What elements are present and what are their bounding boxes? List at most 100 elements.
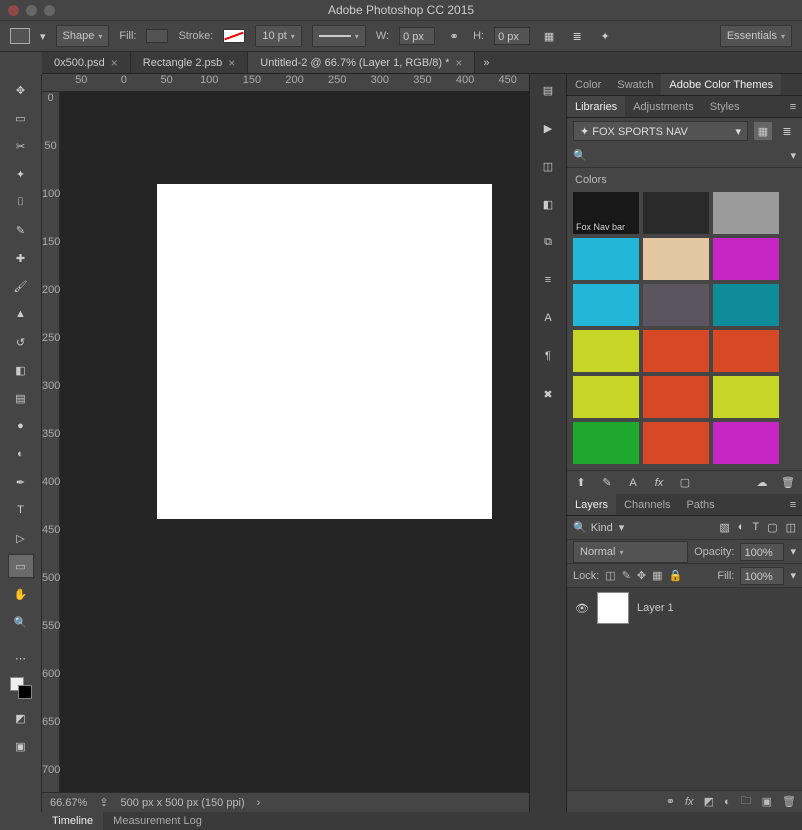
tools-icon[interactable]: ✖ bbox=[538, 384, 558, 404]
panel-menu-icon[interactable]: ≡ bbox=[784, 96, 802, 117]
library-swatch[interactable] bbox=[573, 238, 639, 280]
link-wh-icon[interactable]: ⚭ bbox=[445, 27, 463, 45]
cloud-icon[interactable]: ☁ bbox=[754, 475, 770, 491]
upload-icon[interactable]: ⬆ bbox=[573, 475, 589, 491]
library-swatch[interactable] bbox=[643, 376, 709, 418]
layer-fx-icon[interactable]: fx bbox=[685, 796, 694, 808]
screen-mode-icon[interactable]: ▣ bbox=[8, 734, 34, 758]
marquee-tool[interactable]: ▭ bbox=[8, 106, 34, 130]
ruler-vertical[interactable]: 0501001502002503003504004505005506006507… bbox=[42, 92, 60, 812]
rectangle-tool[interactable]: ▭ bbox=[8, 554, 34, 578]
document-canvas[interactable] bbox=[157, 184, 492, 519]
stroke-width-dropdown[interactable]: 10 pt bbox=[255, 25, 301, 47]
fill-swatch[interactable] bbox=[146, 29, 168, 43]
tab-channels[interactable]: Channels bbox=[616, 494, 678, 515]
fx-icon[interactable]: fx bbox=[651, 475, 667, 491]
stamp-tool[interactable]: ▲ bbox=[8, 302, 34, 326]
link-layers-icon[interactable]: ⚭ bbox=[666, 795, 675, 808]
fg-bg-swatch[interactable] bbox=[8, 674, 34, 702]
library-swatch[interactable] bbox=[643, 330, 709, 372]
library-swatch[interactable] bbox=[643, 238, 709, 280]
layer-filter-kind[interactable]: 🔍Kind bbox=[573, 521, 613, 534]
library-swatch[interactable] bbox=[573, 284, 639, 326]
gradient-tool[interactable]: ▤ bbox=[8, 386, 34, 410]
magic-wand-tool[interactable]: ✦ bbox=[8, 162, 34, 186]
tool-preset[interactable] bbox=[10, 28, 30, 44]
height-input[interactable]: 0 px bbox=[494, 27, 530, 45]
library-swatch[interactable] bbox=[713, 376, 779, 418]
filter-type-icon[interactable]: T bbox=[752, 521, 759, 534]
history-panel-icon[interactable]: ▤ bbox=[538, 80, 558, 100]
tab-adjustments[interactable]: Adjustments bbox=[625, 96, 702, 117]
align-icon[interactable]: ▦ bbox=[540, 27, 558, 45]
close-icon[interactable] bbox=[455, 56, 462, 70]
doc-tab-0[interactable]: 0x500.psd bbox=[42, 52, 131, 73]
library-search[interactable]: 🔍 bbox=[573, 147, 784, 165]
workspace-dropdown[interactable]: Essentials bbox=[720, 25, 792, 47]
shape-mode-dropdown[interactable]: Shape bbox=[56, 25, 110, 47]
library-dropdown[interactable]: ✦ FOX SPORTS NAV▾ bbox=[573, 121, 748, 141]
close-icon[interactable] bbox=[111, 56, 118, 70]
canvas-area[interactable]: 50050100150200250300350400450 0501001502… bbox=[42, 74, 529, 812]
tab-paths[interactable]: Paths bbox=[679, 494, 723, 515]
library-swatch[interactable] bbox=[643, 192, 709, 234]
new-layer-icon[interactable]: ▣ bbox=[762, 795, 772, 808]
character-a-icon[interactable]: A bbox=[538, 308, 558, 328]
ruler-horizontal[interactable]: 50050100150200250300350400450 bbox=[42, 74, 529, 92]
filter-adjust-icon[interactable]: ◐ bbox=[738, 521, 745, 534]
layer-row[interactable]: Layer 1 bbox=[567, 588, 802, 628]
tab-styles[interactable]: Styles bbox=[702, 96, 748, 117]
library-swatch[interactable] bbox=[643, 284, 709, 326]
brush-panel-icon[interactable]: ◧ bbox=[538, 194, 558, 214]
visibility-toggle[interactable] bbox=[575, 602, 589, 615]
graphic-icon[interactable]: ▢ bbox=[677, 475, 693, 491]
chevron-right-icon[interactable]: › bbox=[257, 797, 261, 809]
eyedropper-tool[interactable]: ✎ bbox=[8, 218, 34, 242]
tab-overflow-icon[interactable]: » bbox=[475, 52, 497, 73]
healing-tool[interactable]: ✚ bbox=[8, 246, 34, 270]
play-icon[interactable]: ▶ bbox=[538, 118, 558, 138]
edit-toolbar-icon[interactable]: ⋯ bbox=[8, 646, 34, 670]
tab-swatch[interactable]: Swatch bbox=[609, 74, 661, 95]
filter-pixel-icon[interactable]: ▧ bbox=[719, 521, 729, 534]
path-select-tool[interactable]: ▷ bbox=[8, 526, 34, 550]
dodge-tool[interactable]: ◐ bbox=[8, 442, 34, 466]
chevron-down-icon[interactable]: ▾ bbox=[790, 149, 796, 162]
quick-mask-icon[interactable]: ◩ bbox=[8, 706, 34, 730]
zoom-level[interactable]: 66.67% bbox=[50, 797, 87, 809]
paragraph-icon[interactable]: ≡ bbox=[538, 270, 558, 290]
filter-smart-icon[interactable]: ◫ bbox=[786, 521, 796, 534]
pen-tool[interactable]: ✒ bbox=[8, 470, 34, 494]
width-input[interactable]: 0 px bbox=[399, 27, 435, 45]
fill-input[interactable]: 100% bbox=[740, 567, 784, 585]
path-options-icon[interactable]: ✦ bbox=[596, 27, 614, 45]
pilcrow-icon[interactable]: ¶ bbox=[538, 346, 558, 366]
layer-thumbnail[interactable] bbox=[597, 592, 629, 624]
close-icon[interactable] bbox=[228, 56, 235, 70]
library-swatch[interactable] bbox=[573, 376, 639, 418]
tab-adobe-color-themes[interactable]: Adobe Color Themes bbox=[661, 74, 781, 95]
brush-tool[interactable]: 🖌 bbox=[8, 274, 34, 298]
char-style-icon[interactable]: A bbox=[625, 475, 641, 491]
tab-color[interactable]: Color bbox=[567, 74, 609, 95]
tab-measurement-log[interactable]: Measurement Log bbox=[103, 812, 212, 830]
trash-icon[interactable]: 🗑 bbox=[782, 795, 796, 808]
layers-list[interactable]: Layer 1 bbox=[567, 588, 802, 790]
crop-tool[interactable]: ⌷ bbox=[8, 190, 34, 214]
lock-all-icon[interactable]: 🔒 bbox=[669, 569, 683, 582]
library-swatch[interactable] bbox=[573, 422, 639, 464]
group-icon[interactable]: 🗀 bbox=[741, 792, 752, 811]
history-brush-tool[interactable]: ↺ bbox=[8, 330, 34, 354]
library-swatch[interactable]: Fox Nav bar bbox=[573, 192, 639, 234]
share-icon[interactable]: ⇪ bbox=[99, 796, 108, 809]
stroke-swatch[interactable] bbox=[223, 29, 245, 43]
filter-shape-icon[interactable]: ▢ bbox=[767, 521, 777, 534]
brush-add-icon[interactable]: ✎ bbox=[599, 475, 615, 491]
arrange-icon[interactable]: ≣ bbox=[568, 27, 586, 45]
library-swatch[interactable] bbox=[713, 192, 779, 234]
library-swatch[interactable] bbox=[713, 284, 779, 326]
grid-view-icon[interactable]: ▦ bbox=[754, 122, 772, 140]
doc-tab-2[interactable]: Untitled-2 @ 66.7% (Layer 1, RGB/8) * bbox=[248, 52, 475, 73]
doc-tab-1[interactable]: Rectangle 2.psb bbox=[131, 52, 249, 73]
lock-artboard-icon[interactable]: ▦ bbox=[652, 569, 662, 582]
